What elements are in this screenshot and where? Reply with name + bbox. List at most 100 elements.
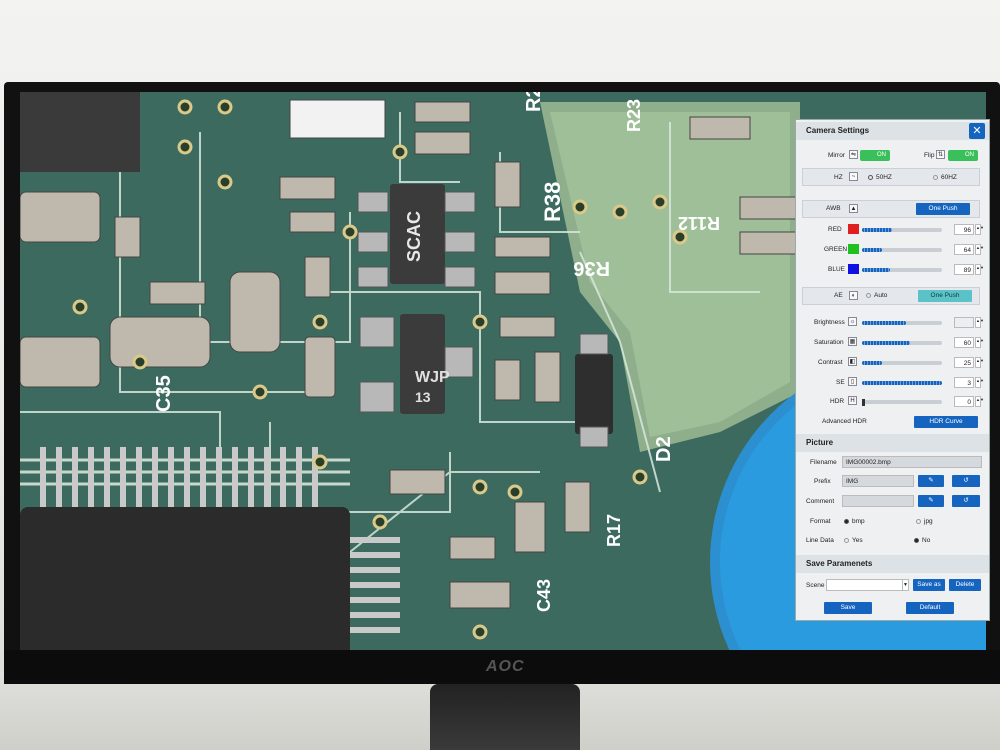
scene-select[interactable]: [826, 579, 908, 591]
se-slider: [862, 381, 942, 385]
save-as-button[interactable]: Save as: [913, 579, 945, 591]
blue-value[interactable]: 89: [954, 264, 974, 275]
brightness-icon: ☼: [848, 317, 857, 326]
flip-toggle[interactable]: ON: [948, 150, 978, 161]
default-button[interactable]: Default: [906, 602, 954, 614]
prefix-label: Prefix: [814, 478, 831, 485]
svg-text:C35: C35: [153, 375, 175, 412]
comment-field[interactable]: [842, 495, 914, 507]
svg-text:R23: R23: [624, 99, 644, 132]
red-slider: [862, 228, 892, 232]
prefix-edit-button[interactable]: ✎: [918, 475, 944, 487]
red-swatch: [848, 224, 859, 234]
line-data-label: Line Data: [806, 537, 834, 544]
brightness-slider: [862, 321, 906, 325]
blue-slider: [862, 268, 890, 272]
svg-text:R17: R17: [604, 514, 624, 547]
se-value[interactable]: 3: [954, 377, 974, 388]
save-section-title: Save Paramenets: [796, 555, 989, 573]
camera-settings-panel: Camera Settings ✕ Mirror ⇋ ON Flip ⇅ ON …: [795, 119, 990, 621]
awb-label: AWB: [826, 205, 841, 212]
close-button[interactable]: ✕: [969, 123, 985, 139]
monitor-stand: [430, 684, 580, 750]
brightness-spinner[interactable]: ▲▼: [975, 317, 984, 328]
hdr-slider-knob[interactable]: [862, 399, 865, 406]
format-jpg-label: jpg: [924, 518, 933, 525]
brightness-label: Brightness: [814, 319, 845, 326]
comment-reset-button[interactable]: ↺: [952, 495, 980, 507]
line-data-yes-label: Yes: [852, 537, 863, 544]
ae-auto-label: Auto: [874, 292, 888, 299]
red-value[interactable]: 96: [954, 224, 974, 235]
hz-icon: ~: [849, 172, 858, 181]
hdr-curve-button[interactable]: HDR Curve: [914, 416, 978, 428]
hdr-value[interactable]: 0: [954, 396, 974, 407]
format-bmp-label: bmp: [852, 518, 865, 525]
delete-button[interactable]: Delete: [949, 579, 981, 591]
scene-chevron-down-icon[interactable]: ▼: [902, 579, 909, 591]
saturation-icon: ▦: [848, 337, 857, 346]
blue-spinner[interactable]: ▲▼: [975, 264, 984, 275]
red-label: RED: [828, 226, 842, 233]
panel-title: Camera Settings: [796, 122, 989, 140]
green-swatch: [848, 244, 859, 254]
format-bmp-radio[interactable]: [844, 519, 849, 524]
svg-text:C43: C43: [534, 579, 554, 612]
awb-icon: ▲: [849, 204, 858, 213]
monitor-logo: AOC: [486, 658, 525, 675]
advanced-hdr-label: Advanced HDR: [822, 418, 867, 425]
contrast-value[interactable]: 25: [954, 357, 974, 368]
ae-label: AE: [834, 292, 843, 299]
svg-text:D2: D2: [653, 436, 675, 462]
blue-label: BLUE: [828, 266, 845, 273]
green-spinner[interactable]: ▲▼: [975, 244, 984, 255]
saturation-spinner[interactable]: ▲▼: [975, 337, 984, 348]
svg-text:R38: R38: [540, 182, 565, 222]
se-icon: ▯: [848, 377, 857, 386]
ic-label-scac: SCAC: [404, 211, 424, 262]
contrast-label: Contrast: [818, 359, 843, 366]
ae-auto-radio[interactable]: [866, 293, 871, 298]
picture-section-title: Picture: [796, 434, 989, 452]
svg-text:WJP: WJP: [415, 369, 450, 386]
se-spinner[interactable]: ▲▼: [975, 377, 984, 388]
hz-60-radio[interactable]: [933, 175, 938, 180]
hz-50-radio[interactable]: [868, 175, 873, 180]
prefix-field[interactable]: IMG: [842, 475, 914, 487]
comment-label: Comment: [806, 498, 835, 505]
comment-edit-button[interactable]: ✎: [918, 495, 944, 507]
contrast-spinner[interactable]: ▲▼: [975, 357, 984, 368]
blue-swatch: [848, 264, 859, 274]
green-value[interactable]: 64: [954, 244, 974, 255]
scene-label: Scene: [806, 582, 825, 589]
format-label: Format: [810, 518, 831, 525]
hdr-icon: H: [848, 396, 857, 405]
contrast-icon: ◧: [848, 357, 857, 366]
brightness-value[interactable]: [954, 317, 974, 328]
svg-text:R36: R36: [573, 257, 610, 279]
mirror-label: Mirror: [828, 152, 845, 159]
flip-icon: ⇅: [936, 150, 945, 159]
saturation-label: Saturation: [814, 339, 844, 346]
saturation-value[interactable]: 60: [954, 337, 974, 348]
red-spinner[interactable]: ▲▼: [975, 224, 984, 235]
se-label: SE: [836, 379, 845, 386]
hdr-spinner[interactable]: ▲▼: [975, 396, 984, 407]
awb-one-push-button[interactable]: One Push: [916, 203, 970, 215]
svg-text:R112: R112: [678, 213, 720, 233]
hz-label: HZ: [834, 174, 843, 181]
filename-label: Filename: [810, 459, 837, 466]
contrast-slider: [862, 361, 882, 365]
line-data-yes-radio[interactable]: [844, 538, 849, 543]
mirror-toggle[interactable]: ON: [860, 150, 890, 161]
hdr-slider-track[interactable]: [862, 400, 942, 404]
filename-field[interactable]: IMG00002.bmp: [842, 456, 982, 468]
prefix-reset-button[interactable]: ↺: [952, 475, 980, 487]
hdr-label: HDR: [830, 398, 845, 405]
ae-one-push-button[interactable]: One Push: [918, 290, 972, 302]
line-data-no-radio[interactable]: [914, 538, 919, 543]
hz-60-label: 60HZ: [941, 174, 957, 181]
format-jpg-radio[interactable]: [916, 519, 921, 524]
ae-icon: ◐: [849, 291, 858, 300]
save-button[interactable]: Save: [824, 602, 872, 614]
